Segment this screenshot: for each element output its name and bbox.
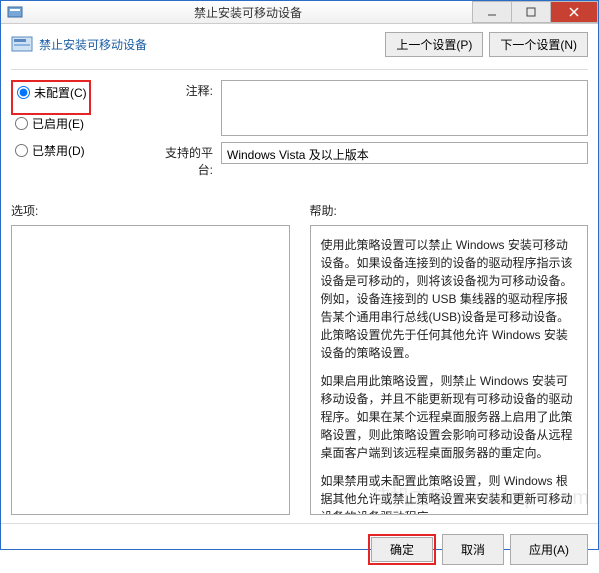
- app-icon: [7, 4, 23, 20]
- help-column: 帮助: 使用此策略设置可以禁止 Windows 安装可移动设备。如果设备连接到的…: [310, 202, 589, 515]
- radio-not-configured-input[interactable]: [17, 86, 30, 99]
- highlight-not-configured: 未配置(C): [11, 80, 91, 115]
- previous-setting-button[interactable]: 上一个设置(P): [385, 32, 483, 57]
- radio-enabled[interactable]: 已启用(E): [11, 115, 151, 132]
- window-controls: [473, 1, 598, 23]
- radio-enabled-label: 已启用(E): [32, 115, 84, 132]
- options-column: 选项:: [11, 202, 290, 515]
- config-row: 未配置(C) 已启用(E) 已禁用(D) 注释: 支持的平台: [11, 70, 588, 184]
- comment-label: 注释:: [151, 80, 221, 136]
- help-paragraph-2: 如果启用此策略设置，则禁止 Windows 安装可移动设备，并且不能更新现有可移…: [321, 372, 578, 462]
- radio-disabled-label: 已禁用(D): [32, 142, 85, 159]
- maximize-button[interactable]: [511, 1, 551, 23]
- footer: 确定 取消 应用(A): [1, 523, 598, 573]
- next-setting-button[interactable]: 下一个设置(N): [489, 32, 588, 57]
- comment-row: 注释:: [151, 80, 588, 136]
- content-area: 禁止安装可移动设备 上一个设置(P) 下一个设置(N) 未配置(C) 已启用(E…: [1, 24, 598, 523]
- comment-textarea[interactable]: [221, 80, 588, 136]
- radio-disabled[interactable]: 已禁用(D): [11, 142, 151, 159]
- help-box[interactable]: 使用此策略设置可以禁止 Windows 安装可移动设备。如果设备连接到的设备的驱…: [310, 225, 589, 515]
- window-title: 禁止安装可移动设备: [23, 4, 473, 21]
- comment-column: 注释: 支持的平台: Windows Vista 及以上版本: [151, 80, 588, 184]
- help-paragraph-3: 如果禁用或未配置此策略设置，则 Windows 根据其他允许或禁止策略设置来安装…: [321, 472, 578, 515]
- platform-row: 支持的平台: Windows Vista 及以上版本: [151, 142, 588, 178]
- platform-label: 支持的平台:: [151, 142, 221, 178]
- minimize-button[interactable]: [472, 1, 512, 23]
- mid-row: 选项: 帮助: 使用此策略设置可以禁止 Windows 安装可移动设备。如果设备…: [11, 202, 588, 515]
- titlebar: 禁止安装可移动设备: [1, 1, 598, 24]
- options-box: [11, 225, 290, 515]
- policy-icon: [11, 35, 33, 55]
- close-button[interactable]: [550, 1, 598, 23]
- state-radios: 未配置(C) 已启用(E) 已禁用(D): [11, 80, 151, 184]
- radio-disabled-input[interactable]: [15, 144, 28, 157]
- platform-value: Windows Vista 及以上版本: [221, 142, 588, 164]
- options-label: 选项:: [11, 202, 290, 219]
- help-label: 帮助:: [310, 202, 589, 219]
- policy-dialog: 禁止安装可移动设备 禁止安装可移动设备 上一个设置(P) 下一个设置(N) 未配…: [0, 0, 599, 550]
- radio-not-configured-label: 未配置(C): [34, 84, 87, 101]
- header-row: 禁止安装可移动设备 上一个设置(P) 下一个设置(N): [11, 32, 588, 70]
- help-paragraph-1: 使用此策略设置可以禁止 Windows 安装可移动设备。如果设备连接到的设备的驱…: [321, 236, 578, 362]
- radio-not-configured[interactable]: 未配置(C): [13, 84, 87, 101]
- radio-enabled-input[interactable]: [15, 117, 28, 130]
- page-title: 禁止安装可移动设备: [39, 36, 379, 53]
